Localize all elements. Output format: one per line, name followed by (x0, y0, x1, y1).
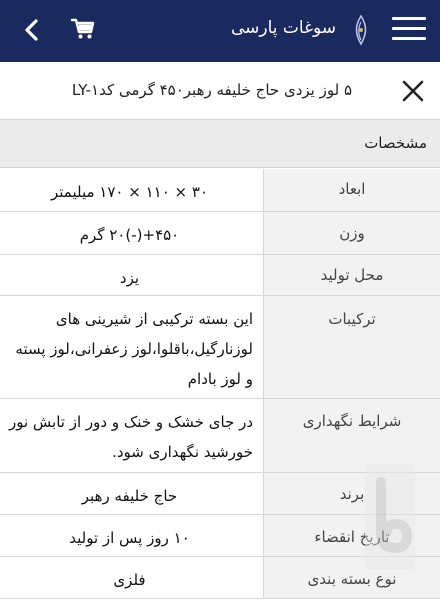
close-icon (402, 80, 424, 102)
close-button[interactable] (398, 76, 428, 106)
chevron-left-icon (25, 19, 38, 41)
app-title: سوغات پارسی (230, 18, 336, 38)
spec-value: ۱۰ روز پس از تولید (0, 515, 264, 556)
top-app-bar: سوغات پارسی (0, 0, 440, 62)
cart-icon (70, 18, 95, 39)
spec-label: شرایط نگهداری (302, 412, 402, 430)
spec-label: نوع بسته بندی (307, 570, 397, 588)
menu-line (392, 37, 426, 40)
spec-row-dimensions: ۳۰ × ۱۱۰ × ۱۷۰ میلیمتر ابعاد (0, 169, 440, 212)
section-title: مشخصات (364, 134, 427, 152)
spec-label: ترکیبات (328, 310, 376, 328)
spec-value: ۳۰ × ۱۱۰ × ۱۷۰ میلیمتر (0, 169, 264, 211)
spec-value: این بسته ترکیبی از شیرینی های لوزنارگیل،… (0, 296, 264, 398)
spec-value: یزد (0, 255, 264, 295)
spec-row-weight: ۴۵۰+(-)۲۰ گرم وزن (0, 212, 440, 255)
back-button[interactable] (18, 15, 46, 45)
spec-label: وزن (339, 224, 365, 242)
spec-value: حاج خلیفه رهبر (0, 473, 264, 514)
spec-label-cell: نوع بسته بندی (264, 557, 440, 598)
spec-row-ingredients: این بسته ترکیبی از شیرینی های لوزنارگیل،… (0, 296, 440, 399)
spec-row-storage: در جای خشک و خنک و دور از تابش نور خورشی… (0, 399, 440, 473)
spec-row-packaging: فلزی نوع بسته بندی (0, 557, 440, 599)
spec-label: ابعاد (338, 180, 366, 198)
spec-row-origin: یزد محل تولید (0, 255, 440, 296)
cart-button[interactable] (70, 16, 96, 44)
product-header: ۵ لوز یزدی حاج خلیفه رهبر۴۵۰ گرمی کدLY-۱ (0, 62, 440, 120)
spec-value: ۴۵۰+(-)۲۰ گرم (0, 212, 264, 254)
spec-label-cell: ترکیبات (264, 296, 440, 398)
spec-value: فلزی (0, 557, 264, 598)
spec-label-cell: شرایط نگهداری (264, 399, 440, 472)
spec-label: برند (339, 485, 365, 503)
menu-line (392, 27, 426, 30)
hamburger-menu-button[interactable] (392, 17, 426, 43)
spec-value: در جای خشک و خنک و دور از تابش نور خورشی… (0, 399, 264, 472)
menu-line (392, 17, 426, 20)
spec-label-cell: تاریخ انقضاء (264, 515, 440, 556)
spec-row-brand: حاج خلیفه رهبر برند (0, 473, 440, 515)
spec-row-expiry: ۱۰ روز پس از تولید تاریخ انقضاء (0, 515, 440, 557)
logo-icon (350, 14, 372, 46)
spec-label-cell: محل تولید (264, 255, 440, 295)
specs-section-header: مشخصات (0, 120, 440, 168)
spec-label: محل تولید (320, 266, 384, 284)
spec-label: تاریخ انقضاء (314, 528, 390, 546)
product-title: ۵ لوز یزدی حاج خلیفه رهبر۴۵۰ گرمی کدLY-۱ (71, 81, 352, 99)
spec-label-cell: برند (264, 473, 440, 514)
spec-label-cell: وزن (264, 212, 440, 254)
spec-label-cell: ابعاد (264, 169, 440, 211)
